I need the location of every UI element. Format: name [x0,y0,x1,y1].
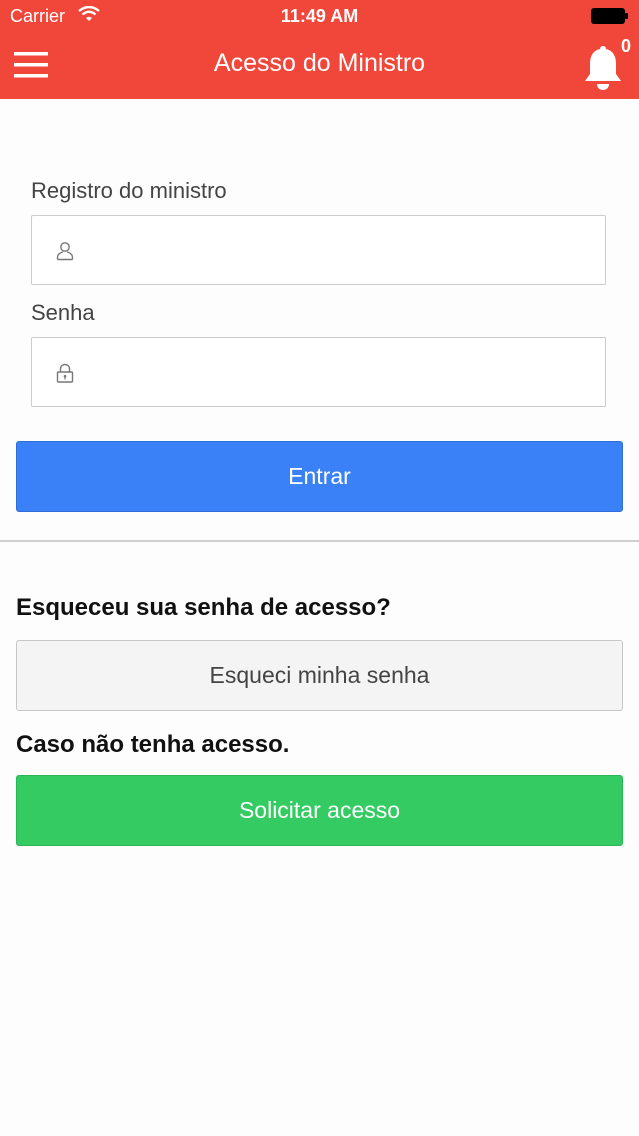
status-bar: Carrier 11:49 AM [0,0,639,32]
senha-input[interactable] [90,338,594,408]
senha-label: Senha [31,300,95,325]
bell-icon [585,46,621,90]
request-access-heading: Caso não tenha acesso. [16,731,290,758]
nav-bar: Acesso do Ministro 0 [0,32,639,99]
app-header: Carrier 11:49 AM Acesso do Ministro 0 [0,0,639,99]
user-icon [56,242,74,261]
notification-count-badge: 0 [620,36,631,56]
lock-icon [56,363,74,383]
forgot-password-button[interactable]: Esqueci minha senha [16,640,623,711]
login-button[interactable]: Entrar [16,441,623,512]
section-divider [0,540,639,542]
senha-field[interactable] [31,337,606,408]
registro-field[interactable] [31,215,606,286]
page-title: Acesso do Ministro [213,49,426,77]
forgot-password-heading: Esqueceu sua senha de acesso? [16,594,391,621]
registro-label: Registro do ministro [31,178,227,203]
registro-input[interactable] [90,216,594,286]
status-time: 11:49 AM [280,6,359,26]
battery-icon [591,8,628,24]
notifications-button[interactable]: 0 [583,36,631,90]
request-access-button[interactable]: Solicitar acesso [16,775,623,846]
